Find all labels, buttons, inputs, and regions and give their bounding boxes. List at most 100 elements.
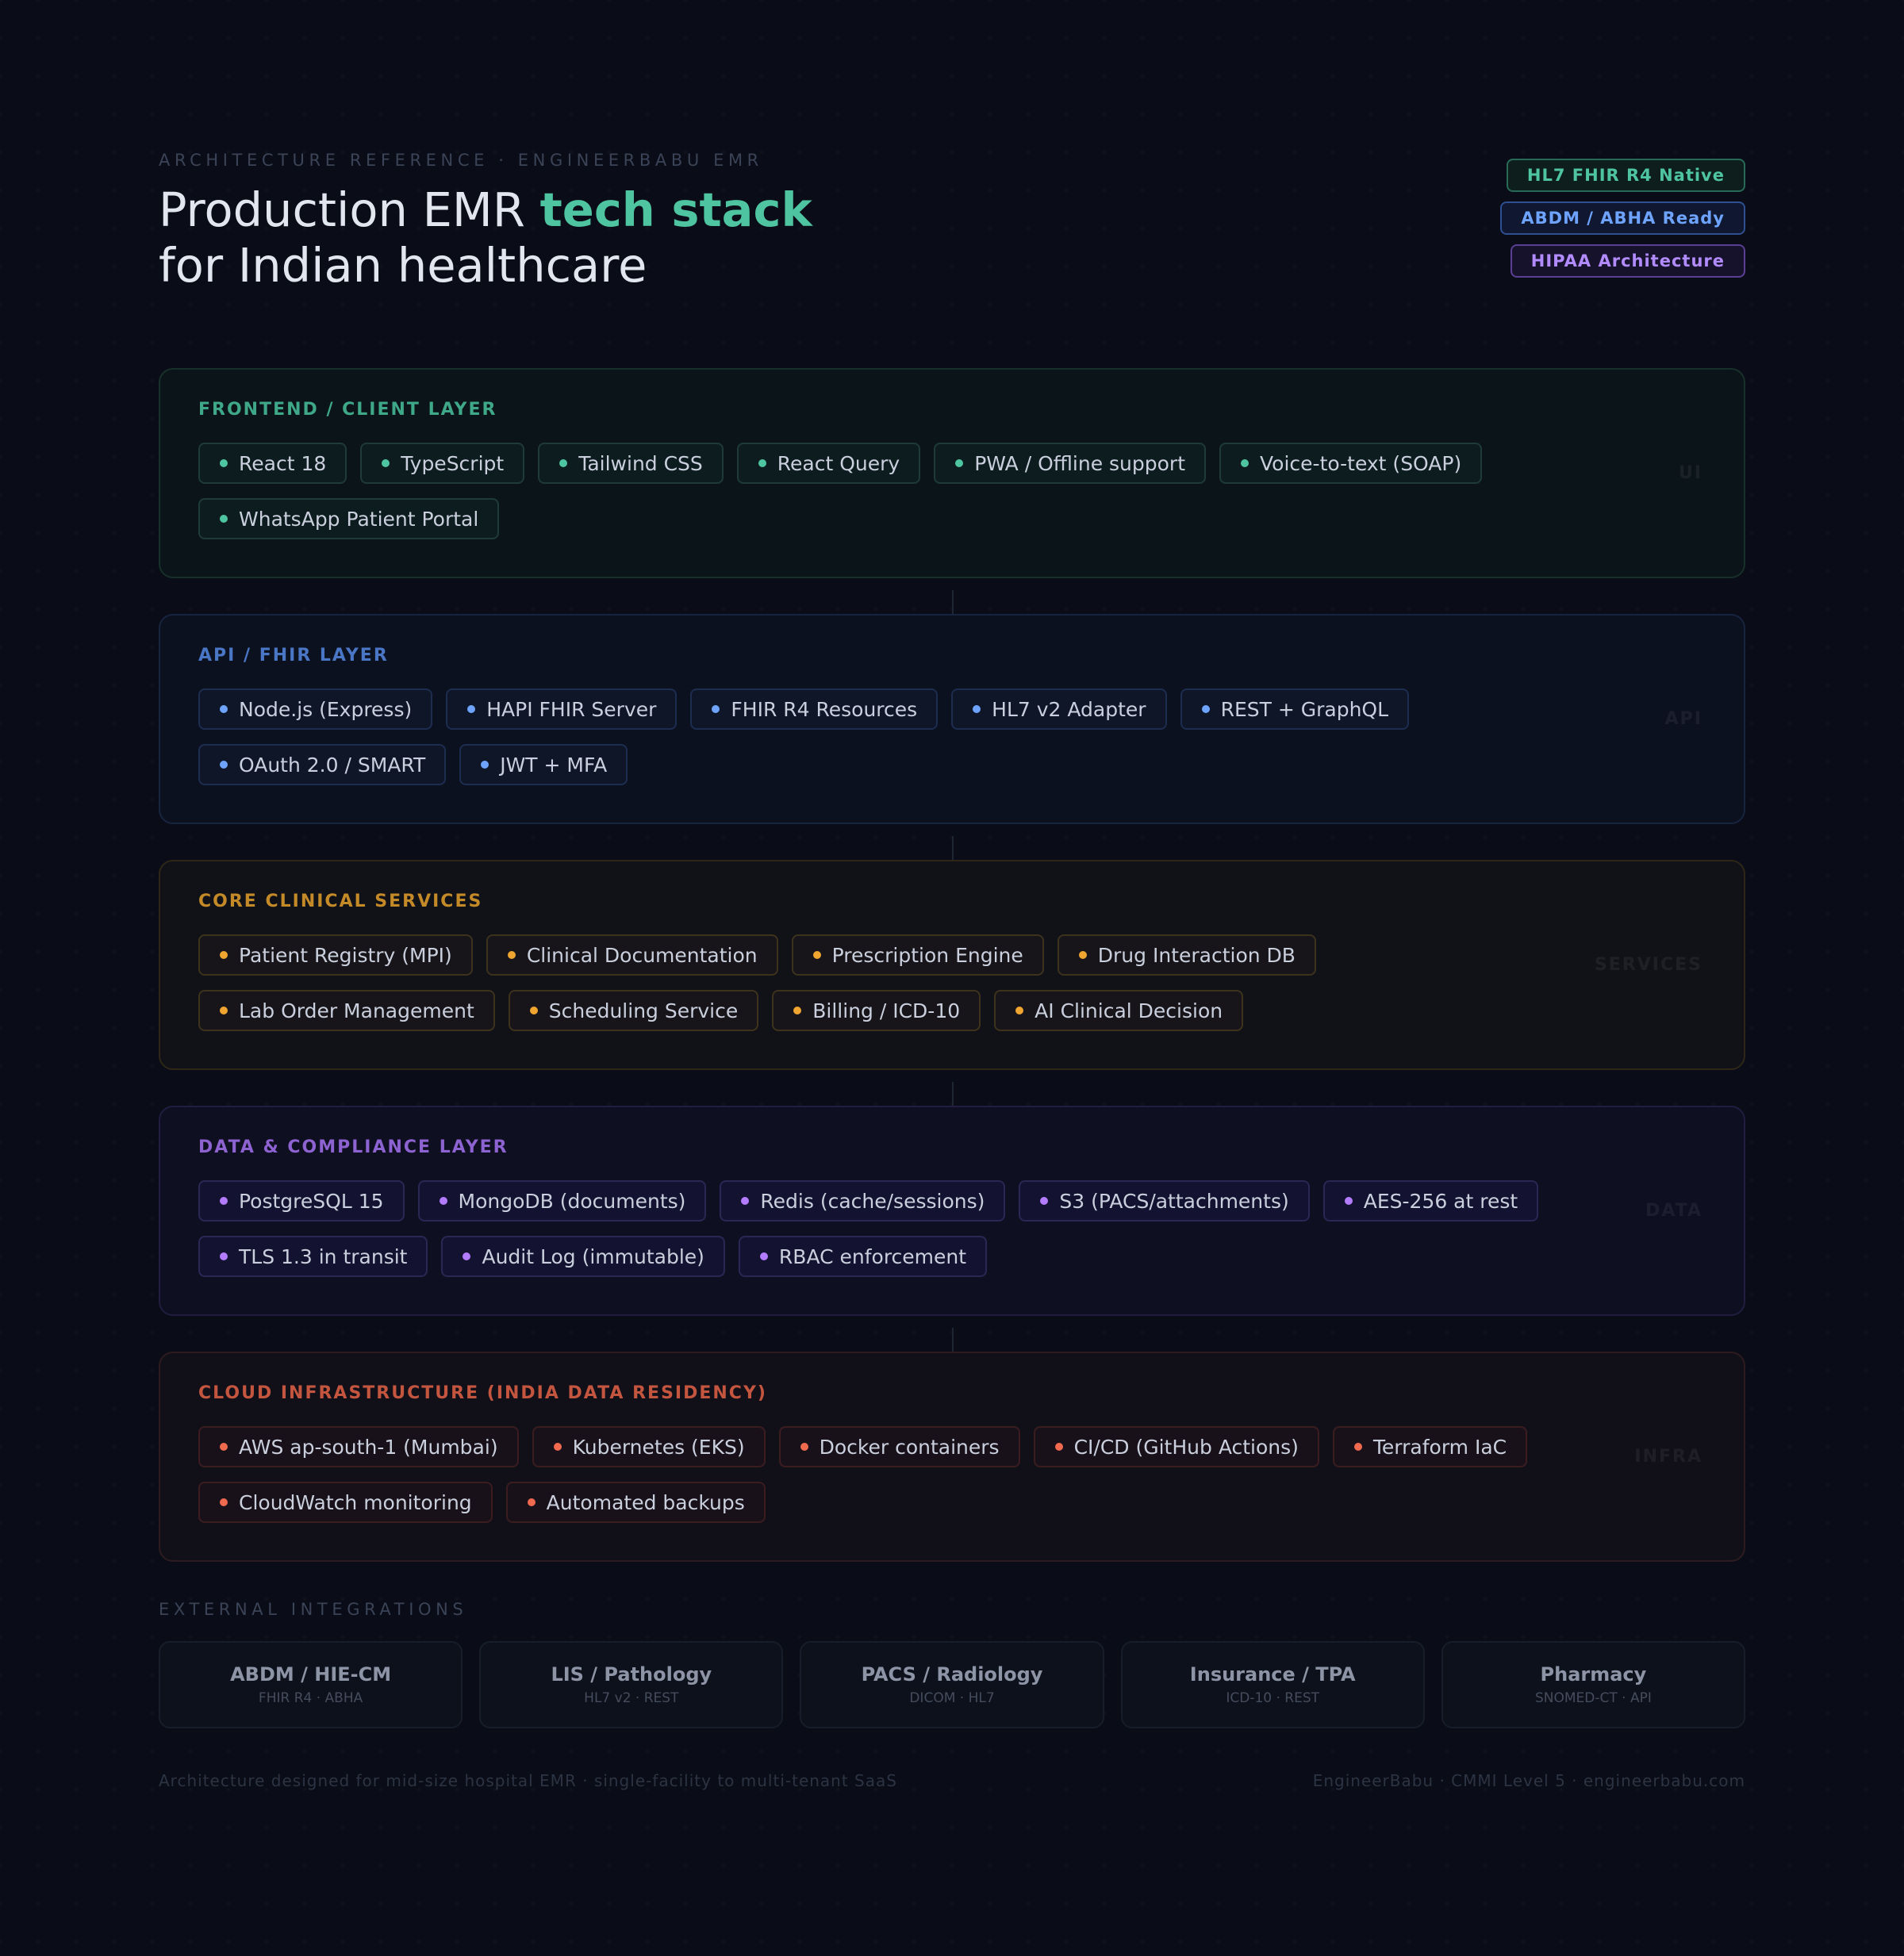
bullet-dot-icon bbox=[220, 705, 228, 713]
chip-label: CI/CD (GitHub Actions) bbox=[1073, 1435, 1299, 1459]
layer-watermark: API bbox=[1664, 709, 1702, 729]
chip-label: REST + GraphQL bbox=[1220, 697, 1389, 721]
bullet-dot-icon bbox=[973, 705, 981, 713]
bullet-dot-icon bbox=[220, 1443, 228, 1451]
integration-protocols: HL7 v2 · REST bbox=[584, 1690, 679, 1706]
chip-label: Prescription Engine bbox=[831, 943, 1023, 967]
chip-label: HL7 v2 Adapter bbox=[992, 697, 1146, 721]
bullet-dot-icon bbox=[1201, 705, 1210, 713]
bullet-dot-icon bbox=[1015, 1007, 1024, 1014]
chip-label: React Query bbox=[777, 451, 900, 475]
tech-chip: Drug Interaction DB bbox=[1057, 934, 1316, 976]
layer-cloud-infra: CLOUD INFRASTRUCTURE (INDIA DATA RESIDEN… bbox=[159, 1352, 1745, 1562]
integration-name: ABDM / HIE-CM bbox=[230, 1663, 392, 1686]
layer-watermark: UI bbox=[1678, 463, 1702, 483]
chip-list: PostgreSQL 15 MongoDB (documents) Redis … bbox=[198, 1180, 1579, 1277]
tech-chip: S3 (PACS/attachments) bbox=[1019, 1180, 1310, 1222]
bullet-dot-icon bbox=[793, 1007, 802, 1014]
chip-list: Node.js (Express) HAPI FHIR Server FHIR … bbox=[198, 688, 1579, 785]
layer-frontend: FRONTEND / CLIENT LAYER React 18 TypeScr… bbox=[159, 368, 1745, 614]
external-integrations-row: ABDM / HIE-CM FHIR R4 · ABHA LIS / Patho… bbox=[159, 1641, 1746, 1728]
tech-chip: Billing / ICD-10 bbox=[772, 990, 981, 1031]
chip-label: Docker containers bbox=[819, 1435, 1000, 1459]
tech-chip: TypeScript bbox=[360, 443, 525, 484]
bullet-dot-icon bbox=[220, 1252, 228, 1260]
tech-chip: Scheduling Service bbox=[508, 990, 759, 1031]
tech-chip: PWA / Offline support bbox=[934, 443, 1207, 484]
tech-chip: Redis (cache/sessions) bbox=[720, 1180, 1006, 1222]
integration-protocols: DICOM · HL7 bbox=[909, 1690, 995, 1706]
bullet-dot-icon bbox=[741, 1197, 750, 1205]
bullet-dot-icon bbox=[759, 1252, 768, 1260]
tech-chip: AI Clinical Decision bbox=[994, 990, 1244, 1031]
title-plain: Production EMR bbox=[159, 182, 540, 237]
layer-title: DATA & COMPLIANCE LAYER bbox=[198, 1137, 509, 1157]
badge-abdm: ABDM / ABHA Ready bbox=[1500, 201, 1745, 235]
bullet-dot-icon bbox=[220, 951, 228, 959]
tech-chip: React 18 bbox=[198, 443, 347, 484]
chip-label: TypeScript bbox=[401, 451, 505, 475]
integration-name: Insurance / TPA bbox=[1189, 1663, 1356, 1686]
footer-credit: EngineerBabu · CMMI Level 5 · engineerba… bbox=[1312, 1771, 1745, 1790]
tech-chip: REST + GraphQL bbox=[1180, 688, 1410, 730]
footer-note: Architecture designed for mid-size hospi… bbox=[159, 1771, 897, 1790]
bullet-dot-icon bbox=[220, 1007, 228, 1014]
chip-label: Patient Registry (MPI) bbox=[239, 943, 452, 967]
page-title: Production EMR tech stack for Indian hea… bbox=[159, 182, 812, 293]
chip-label: PostgreSQL 15 bbox=[239, 1189, 384, 1213]
badge-fhir: HL7 FHIR R4 Native bbox=[1506, 159, 1745, 192]
bullet-dot-icon bbox=[467, 705, 476, 713]
bullet-dot-icon bbox=[507, 951, 516, 959]
bullet-dot-icon bbox=[527, 1498, 536, 1506]
tech-chip: OAuth 2.0 / SMART bbox=[198, 744, 447, 785]
chip-label: React 18 bbox=[239, 451, 327, 475]
bullet-dot-icon bbox=[812, 951, 821, 959]
integration-card-insurance: Insurance / TPA ICD-10 · REST bbox=[1120, 1641, 1425, 1728]
layer-watermark: INFRA bbox=[1634, 1447, 1702, 1467]
integration-card-pharmacy: Pharmacy SNOMED-CT · API bbox=[1441, 1641, 1746, 1728]
external-integrations-label: EXTERNAL INTEGRATIONS bbox=[159, 1600, 468, 1619]
chip-label: AI Clinical Decision bbox=[1035, 999, 1223, 1022]
badge-hipaa: HIPAA Architecture bbox=[1510, 244, 1745, 278]
integration-protocols: SNOMED-CT · API bbox=[1534, 1690, 1652, 1706]
tech-chip: Audit Log (immutable) bbox=[441, 1236, 725, 1277]
bullet-dot-icon bbox=[1241, 459, 1250, 467]
tech-chip: RBAC enforcement bbox=[738, 1236, 988, 1277]
tech-chip: HAPI FHIR Server bbox=[446, 688, 678, 730]
chip-label: TLS 1.3 in transit bbox=[239, 1245, 408, 1268]
tech-chip: FHIR R4 Resources bbox=[690, 688, 939, 730]
layer-title: API / FHIR LAYER bbox=[198, 646, 389, 665]
integration-name: PACS / Radiology bbox=[861, 1663, 1043, 1686]
chip-label: Kubernetes (EKS) bbox=[572, 1435, 745, 1459]
tech-chip: TLS 1.3 in transit bbox=[198, 1236, 428, 1277]
tech-chip: Patient Registry (MPI) bbox=[198, 934, 473, 976]
tech-chip: React Query bbox=[736, 443, 921, 484]
bullet-dot-icon bbox=[712, 705, 720, 713]
bullet-dot-icon bbox=[559, 459, 568, 467]
integration-card-lis: LIS / Pathology HL7 v2 · REST bbox=[479, 1641, 784, 1728]
layer-watermark: DATA bbox=[1645, 1201, 1702, 1221]
chip-label: WhatsApp Patient Portal bbox=[239, 507, 479, 531]
chip-label: FHIR R4 Resources bbox=[731, 697, 918, 721]
chip-label: Clinical Documentation bbox=[526, 943, 758, 967]
integration-name: LIS / Pathology bbox=[551, 1663, 712, 1686]
tech-chip: Prescription Engine bbox=[791, 934, 1044, 976]
chip-label: Terraform IaC bbox=[1372, 1435, 1507, 1459]
chip-list: AWS ap-south-1 (Mumbai) Kubernetes (EKS)… bbox=[198, 1426, 1579, 1523]
tech-chip: HL7 v2 Adapter bbox=[951, 688, 1167, 730]
integration-card-pacs: PACS / Radiology DICOM · HL7 bbox=[800, 1641, 1104, 1728]
chip-label: CloudWatch monitoring bbox=[239, 1490, 472, 1514]
chip-label: Audit Log (immutable) bbox=[482, 1245, 704, 1268]
integration-protocols: FHIR R4 · ABHA bbox=[258, 1690, 363, 1706]
chip-label: Voice-to-text (SOAP) bbox=[1260, 451, 1462, 475]
layer-data-compliance: DATA & COMPLIANCE LAYER PostgreSQL 15 Mo… bbox=[159, 1106, 1745, 1352]
chip-list: Patient Registry (MPI) Clinical Document… bbox=[198, 934, 1579, 1031]
tech-chip: Kubernetes (EKS) bbox=[532, 1426, 766, 1467]
chip-label: Lab Order Management bbox=[239, 999, 474, 1022]
bullet-dot-icon bbox=[439, 1197, 447, 1205]
chip-label: AWS ap-south-1 (Mumbai) bbox=[239, 1435, 498, 1459]
layer-api: API / FHIR LAYER Node.js (Express) HAPI … bbox=[159, 614, 1745, 860]
tech-chip: JWT + MFA bbox=[459, 744, 628, 785]
bullet-dot-icon bbox=[1078, 951, 1087, 959]
tech-chip: Terraform IaC bbox=[1332, 1426, 1528, 1467]
